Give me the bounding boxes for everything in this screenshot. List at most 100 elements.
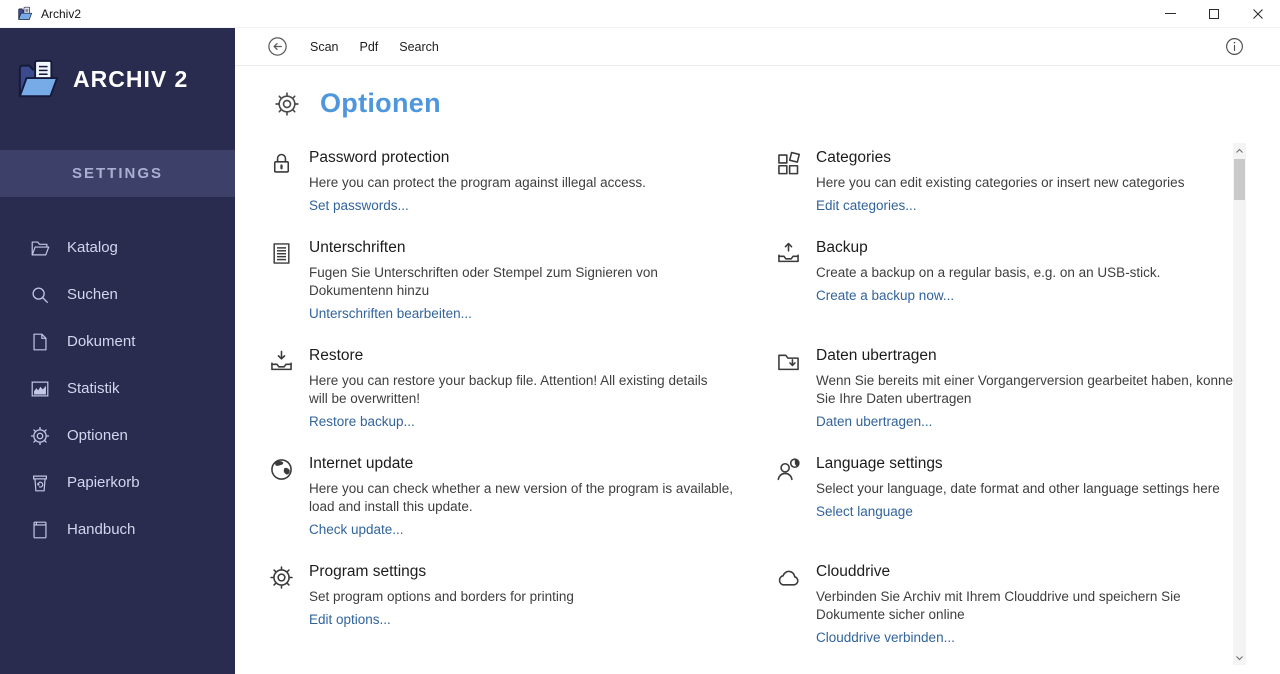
set-passwords-link[interactable]: Set passwords... [309,198,409,213]
option-description: Fugen Sie Unterschriften oder Stempel zu… [309,265,658,298]
sidebar-item-dokument[interactable]: Dokument [0,318,235,365]
gear-icon [268,564,295,591]
app-logo: ARCHIV 2 [0,28,235,100]
option-card-backup: Backup Create a backup on a regular basi… [775,237,1250,345]
option-title: Clouddrive [816,563,891,580]
cloud-icon [775,564,802,591]
backup-tray-up-icon [775,240,802,267]
maximize-button[interactable] [1192,0,1236,27]
close-icon [1252,8,1264,20]
option-title: Restore [309,347,364,364]
sidebar-item-katalog[interactable]: Katalog [0,224,235,271]
sidebar-item-suchen[interactable]: Suchen [0,271,235,318]
sidebar-item-label: Katalog [67,239,118,256]
option-title: Daten ubertragen [816,347,937,364]
daten-ubertragen-link[interactable]: Daten ubertragen... [816,414,932,429]
window-title: Archiv2 [41,6,82,21]
title-bar: Archiv2 [0,0,1280,28]
sidebar-section-label: SETTINGS [71,165,163,182]
folder-transfer-icon [775,348,802,375]
info-icon [1224,36,1245,57]
create-backup-link[interactable]: Create a backup now... [816,288,954,303]
page-header: Optionen [273,88,1280,119]
toolbar-item-pdf[interactable]: Pdf [360,40,379,54]
sidebar-item-label: Statistik [67,380,120,397]
option-description: Here you can restore your backup file. A… [309,373,708,406]
option-description: Wenn Sie bereits mit einer Vorgangervers… [816,373,1241,406]
option-title: Password protection [309,149,450,166]
option-card-clouddrive: Clouddrive Verbinden Sie Archiv mit Ihre… [775,561,1250,647]
document-icon [29,331,51,353]
option-card-program-settings: Program settings Set program options and… [268,561,775,647]
select-language-link[interactable]: Select language [816,504,913,519]
edit-categories-link[interactable]: Edit categories... [816,198,917,213]
sidebar-item-optionen[interactable]: Optionen [0,412,235,459]
back-button[interactable] [266,35,289,58]
folder-open-icon [29,237,51,259]
option-card-language-settings: Language settings Select your language, … [775,453,1250,561]
signature-document-icon [268,240,295,267]
option-title: Language settings [816,455,943,472]
scrollbar-down-button[interactable] [1233,650,1246,665]
option-card-categories: Categories Here you can edit existing ca… [775,147,1250,237]
option-description: Create a backup on a regular basis, e.g.… [816,265,1161,280]
option-card-daten-ubertragen: Daten ubertragen Wenn Sie bereits mit ei… [775,345,1250,453]
options-grid: Password protection Here you can protect… [268,147,1280,647]
sidebar-item-label: Optionen [67,427,128,444]
scrollbar-thumb[interactable] [1234,159,1245,200]
sidebar-item-statistik[interactable]: Statistik [0,365,235,412]
option-title: Internet update [309,455,414,472]
search-icon [29,284,51,306]
option-title: Program settings [309,563,427,580]
gear-icon [273,90,301,118]
option-description: Here you can check whether a new version… [309,481,733,514]
option-title: Backup [816,239,868,256]
check-update-link[interactable]: Check update... [309,522,404,537]
globe-icon [268,456,295,483]
restore-tray-down-icon [268,348,295,375]
app-logo-icon [17,6,33,21]
clouddrive-verbinden-link[interactable]: Clouddrive verbinden... [816,630,955,645]
sidebar-nav: Katalog Suchen Dokument Statistik Option… [0,224,235,553]
person-globe-icon [775,456,802,483]
option-title: Categories [816,149,891,166]
vertical-scrollbar[interactable] [1233,143,1246,665]
option-description: Here you can protect the program against… [309,175,646,190]
sidebar-item-label: Handbuch [67,521,136,538]
chart-icon [29,378,51,400]
toolbar: Scan Pdf Search [235,28,1280,66]
sidebar-item-handbuch[interactable]: Handbuch [0,506,235,553]
minimize-icon [1164,13,1176,14]
trash-icon [29,472,51,494]
toolbar-item-scan[interactable]: Scan [310,40,339,54]
book-icon [29,519,51,541]
option-description: Select your language, date format and ot… [816,481,1220,496]
window-controls [1148,0,1280,27]
minimize-button[interactable] [1148,0,1192,27]
close-button[interactable] [1236,0,1280,27]
option-title: Unterschriften [309,239,406,256]
option-card-password-protection: Password protection Here you can protect… [268,147,775,237]
archiv-folder-logo-icon [15,58,61,100]
edit-options-link[interactable]: Edit options... [309,612,391,627]
chevron-up-icon [1235,148,1244,154]
sidebar-item-papierkorb[interactable]: Papierkorb [0,459,235,506]
chevron-down-icon [1235,655,1244,661]
sidebar-item-label: Suchen [67,286,118,303]
lock-icon [268,150,295,177]
sidebar-item-label: Papierkorb [67,474,140,491]
option-card-unterschriften: Unterschriften Fugen Sie Unterschriften … [268,237,775,345]
info-button[interactable] [1224,36,1245,57]
categories-icon [775,150,802,177]
option-description: Here you can edit existing categories or… [816,175,1185,190]
option-card-restore: Restore Here you can restore your backup… [268,345,775,453]
sidebar-section-settings[interactable]: SETTINGS [0,150,235,197]
back-arrow-icon [266,35,289,58]
option-description: Set program options and borders for prin… [309,589,574,604]
unterschriften-bearbeiten-link[interactable]: Unterschriften bearbeiten... [309,306,472,321]
scrollbar-up-button[interactable] [1233,143,1246,158]
toolbar-item-search[interactable]: Search [399,40,439,54]
option-card-internet-update: Internet update Here you can check wheth… [268,453,775,561]
app-logo-text: ARCHIV 2 [73,65,189,92]
restore-backup-link[interactable]: Restore backup... [309,414,415,429]
